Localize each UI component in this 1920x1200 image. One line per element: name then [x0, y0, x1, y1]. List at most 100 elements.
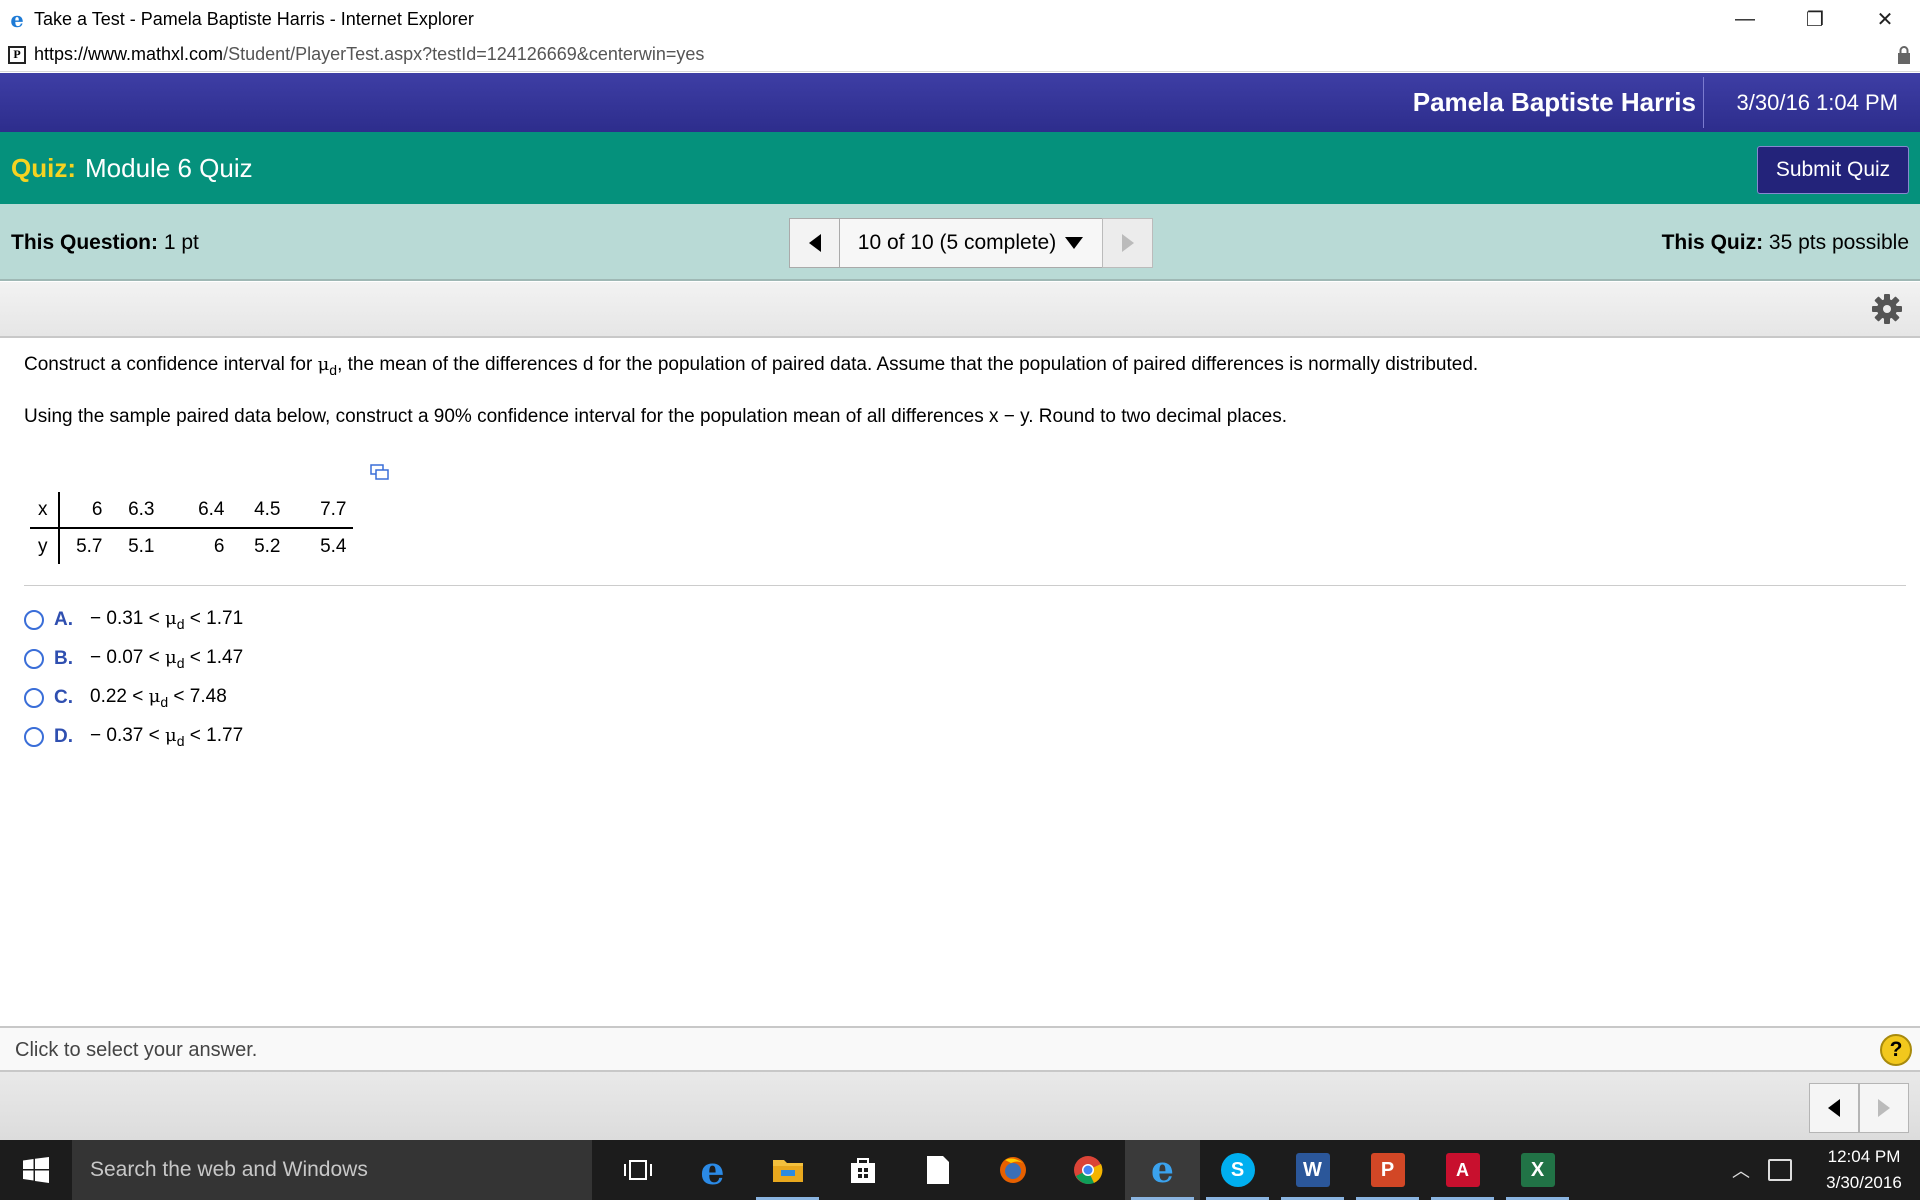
url-path: /Student/PlayerTest.aspx?testId=12412666…: [223, 44, 705, 64]
quiz-title: Quiz: Module 6 Quiz: [11, 132, 253, 204]
start-button[interactable]: [0, 1140, 72, 1200]
table-cell: 5.4: [320, 535, 347, 557]
powerpoint-icon: P: [1370, 1153, 1405, 1187]
content-divider: [24, 585, 1906, 586]
edge-icon: e: [700, 1147, 725, 1193]
submit-quiz-button[interactable]: Submit Quiz: [1757, 146, 1909, 194]
table-cell: 5.7: [76, 535, 103, 557]
table-row-y: y 5.7 5.1 6 5.2 5.4: [30, 528, 353, 564]
firefox-button[interactable]: [975, 1140, 1050, 1200]
word-button[interactable]: W: [1275, 1140, 1350, 1200]
answer-option-d[interactable]: D. − 0.37 < μd < 1.77: [24, 723, 243, 751]
mu-subscript: d: [176, 615, 185, 632]
radio-button-c[interactable]: [24, 688, 44, 708]
action-center-icon[interactable]: [1768, 1159, 1792, 1181]
header-date-time: 3/30/16 1:04 PM: [1736, 89, 1898, 115]
question-select-dropdown[interactable]: 10 of 10 (5 complete): [840, 218, 1102, 268]
taskbar-search[interactable]: Search the web and Windows: [72, 1140, 592, 1200]
user-name: Pamela Baptiste Harris: [1412, 87, 1696, 117]
excel-button[interactable]: X: [1500, 1140, 1575, 1200]
option-right: < 1.47: [184, 647, 244, 669]
acrobat-button[interactable]: A: [1425, 1140, 1500, 1200]
answer-option-b[interactable]: B. − 0.07 < μd < 1.47: [24, 645, 243, 673]
option-right: < 7.48: [168, 686, 227, 708]
mu-symbol: μ: [165, 725, 177, 747]
chrome-icon: [1073, 1156, 1102, 1185]
task-view-icon: [623, 1160, 652, 1180]
quiz-bar: Quiz: Module 6 Quiz Submit Quiz: [0, 132, 1920, 204]
radio-button-d[interactable]: [24, 727, 44, 747]
lock-icon[interactable]: [1896, 45, 1912, 65]
url-text[interactable]: https://www.mathxl.com/Student/PlayerTes…: [34, 44, 704, 65]
table-cell: 5.1: [128, 535, 155, 557]
bottom-next-button[interactable]: [1859, 1083, 1909, 1133]
file-explorer-button[interactable]: [750, 1140, 825, 1200]
table-row-x: x 6 6.3 6.4 4.5 7.7: [30, 492, 353, 529]
mu-subscript: d: [329, 361, 338, 378]
question-instruction: Construct a confidence interval for μd, …: [24, 354, 1478, 378]
answer-option-c[interactable]: C. 0.22 < μd < 7.48: [24, 684, 227, 712]
firefox-icon: [999, 1157, 1026, 1183]
bottom-previous-button[interactable]: [1809, 1083, 1859, 1133]
table-cell: 4.5: [230, 492, 287, 529]
minimize-button[interactable]: —: [1710, 0, 1780, 38]
chevron-up-icon[interactable]: ︿: [1732, 1157, 1750, 1183]
status-bar: Click to select your answer. ?: [0, 1026, 1920, 1072]
word-icon: W: [1295, 1153, 1330, 1187]
edge-button[interactable]: e: [675, 1140, 750, 1200]
triangle-right-icon: [1878, 1099, 1890, 1117]
file-explorer-icon: [772, 1160, 803, 1182]
taskbar-clock[interactable]: 12:04 PM 3/30/2016: [1814, 1144, 1914, 1196]
restore-button[interactable]: ❐: [1780, 0, 1850, 38]
help-icon[interactable]: ?: [1880, 1034, 1912, 1066]
bottom-nav-buttons: [1809, 1083, 1909, 1133]
question-content: Construct a confidence interval for μd, …: [0, 340, 1920, 1026]
question-navigator: 10 of 10 (5 complete): [789, 218, 1153, 268]
paired-data-table: x 6 6.3 6.4 4.5 7.7 y 5.7 5.1 6 5.2 5.4: [30, 492, 353, 564]
option-right: < 1.71: [184, 608, 244, 630]
copy-data-icon[interactable]: [370, 464, 390, 482]
windows-logo-icon: [23, 1157, 49, 1183]
taskbar-apps: e e S W P A X: [600, 1140, 1575, 1200]
instruction-text-end: , the mean of the differences d for the …: [337, 354, 1479, 375]
triangle-left-icon: [1828, 1099, 1840, 1117]
option-letter: A.: [54, 609, 73, 630]
instruction-text-start: Construct a confidence interval for: [24, 354, 318, 375]
option-letter: B.: [54, 648, 73, 669]
table-cell: 7.7: [286, 492, 353, 529]
task-view-button[interactable]: [600, 1140, 675, 1200]
table-cell: 6: [213, 535, 225, 557]
option-text: − 0.07 < μd < 1.47: [90, 647, 243, 671]
question-toolbar: [0, 282, 1920, 338]
store-button[interactable]: [825, 1140, 900, 1200]
chrome-button[interactable]: [1050, 1140, 1125, 1200]
acrobat-icon: A: [1445, 1153, 1480, 1187]
gear-icon[interactable]: [1870, 292, 1904, 326]
radio-button-a[interactable]: [24, 610, 44, 630]
status-message: Click to select your answer.: [15, 1038, 258, 1061]
table-cell: 5.2: [254, 535, 281, 557]
previous-question-button[interactable]: [789, 218, 840, 268]
close-button[interactable]: ✕: [1850, 0, 1920, 38]
mathxl-favicon-icon: P: [8, 45, 26, 64]
skype-button[interactable]: S: [1200, 1140, 1275, 1200]
mu-symbol: μ: [148, 686, 161, 708]
table-row-label: x: [30, 492, 60, 529]
internet-explorer-button[interactable]: e: [1125, 1140, 1200, 1200]
option-right: < 1.77: [184, 725, 244, 747]
system-tray: ︿ 12:04 PM 3/30/2016: [1732, 1140, 1920, 1200]
address-bar[interactable]: P https://www.mathxl.com/Student/PlayerT…: [0, 38, 1920, 72]
answer-option-a[interactable]: A. − 0.31 < μd < 1.71: [24, 606, 243, 634]
table-cell: 6.3: [108, 492, 161, 529]
radio-button-b[interactable]: [24, 649, 44, 669]
table-row-label: y: [30, 528, 60, 564]
document-button[interactable]: [900, 1140, 975, 1200]
document-icon: [926, 1156, 949, 1184]
next-question-button[interactable]: [1102, 218, 1153, 268]
question-prompt: Using the sample paired data below, cons…: [24, 406, 1287, 427]
internet-explorer-icon: e: [10, 6, 24, 32]
store-icon: [850, 1158, 875, 1183]
option-left: − 0.37 <: [90, 725, 166, 747]
powerpoint-button[interactable]: P: [1350, 1140, 1425, 1200]
this-quiz-value: 35 pts possible: [1768, 230, 1909, 254]
